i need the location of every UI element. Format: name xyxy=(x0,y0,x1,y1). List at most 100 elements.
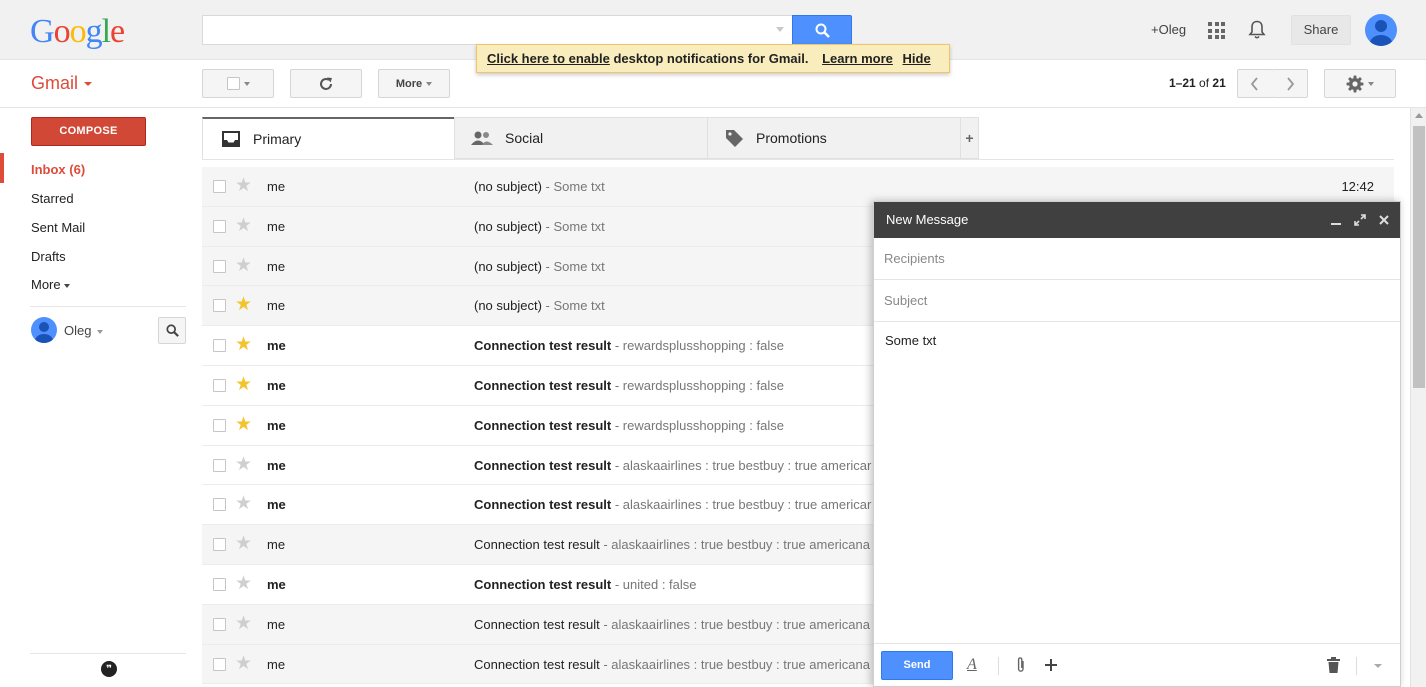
newer-page-button[interactable] xyxy=(1237,69,1273,98)
hangouts-user-name: Oleg xyxy=(64,323,92,338)
subject-line: Connection test result - alaskaairlines … xyxy=(474,617,870,632)
snippet-text: - alaskaairlines : true bestbuy : true a… xyxy=(611,457,872,473)
sender-name: me xyxy=(267,298,286,314)
row-checkbox[interactable] xyxy=(213,378,226,392)
apps-grid-icon[interactable] xyxy=(1208,22,1225,39)
star-icon[interactable]: ★ xyxy=(235,375,252,394)
row-checkbox[interactable] xyxy=(213,617,226,631)
snippet-text: - alaskaairlines : true bestbuy : true a… xyxy=(611,497,872,513)
row-checkbox[interactable] xyxy=(213,180,226,193)
search-options-caret-icon[interactable] xyxy=(776,27,784,32)
hangouts-quote-icon[interactable]: ❞ xyxy=(101,661,117,677)
row-checkbox[interactable] xyxy=(213,538,226,552)
scroll-up-icon[interactable] xyxy=(1415,113,1423,118)
tab-primary[interactable]: Primary xyxy=(202,117,455,159)
compose-button[interactable]: COMPOSE xyxy=(31,117,146,146)
sender-name: me xyxy=(267,417,286,433)
notifications-bell-icon[interactable] xyxy=(1248,20,1266,43)
snippet-text: - alaskaairlines : true bestbuy : true a… xyxy=(599,616,870,632)
more-options-plus-icon[interactable] xyxy=(1045,659,1057,671)
row-checkbox[interactable] xyxy=(213,219,226,233)
subject-line: (no subject) - Some txt xyxy=(474,179,605,194)
sidebar-item-sent-mail[interactable]: Sent Mail xyxy=(31,220,85,235)
star-icon[interactable]: ★ xyxy=(235,494,252,513)
hangouts-user-avatar[interactable] xyxy=(31,317,57,343)
google-plus-user-link[interactable]: +Oleg xyxy=(1151,22,1186,37)
page-total: 21 xyxy=(1212,76,1226,90)
subject-line: (no subject) - Some txt xyxy=(474,298,605,313)
subject-text: (no subject) xyxy=(474,258,542,274)
footer-divider xyxy=(998,657,999,675)
sidebar-item-starred[interactable]: Starred xyxy=(31,191,74,206)
subject-field[interactable] xyxy=(874,280,1400,321)
row-checkbox[interactable] xyxy=(213,498,226,512)
row-checkbox[interactable] xyxy=(213,299,226,313)
row-checkbox[interactable] xyxy=(213,458,226,472)
select-checkbox-button[interactable] xyxy=(202,69,274,98)
sidebar-item-inbox[interactable]: Inbox (6) xyxy=(31,162,85,177)
snippet-text: - alaskaairlines : true bestbuy : true a… xyxy=(599,656,870,672)
gmail-label: Gmail xyxy=(31,73,79,93)
star-icon[interactable]: ★ xyxy=(235,455,252,474)
more-send-options-caret-icon[interactable] xyxy=(1374,664,1382,668)
star-icon[interactable]: ★ xyxy=(235,256,252,275)
formatting-options-icon[interactable]: A xyxy=(967,656,977,674)
subject-row xyxy=(874,280,1400,322)
star-icon[interactable]: ★ xyxy=(235,295,252,314)
gmail-app-switcher[interactable]: Gmail xyxy=(31,73,93,94)
star-icon[interactable]: ★ xyxy=(235,534,252,553)
search-button[interactable] xyxy=(792,15,852,45)
hangouts-search-button[interactable] xyxy=(158,317,186,344)
snippet-text: - Some txt xyxy=(541,298,605,314)
search-box xyxy=(202,15,792,45)
attach-file-icon[interactable] xyxy=(1016,656,1026,674)
row-checkbox[interactable] xyxy=(213,339,226,353)
star-icon[interactable]: ★ xyxy=(235,415,252,434)
account-avatar[interactable] xyxy=(1365,14,1397,46)
minimize-icon[interactable] xyxy=(1326,202,1346,238)
search-icon xyxy=(815,23,830,38)
search-input[interactable] xyxy=(203,16,763,44)
scrollbar-thumb[interactable] xyxy=(1413,126,1425,388)
notification-message: desktop notifications for Gmail. xyxy=(609,51,809,66)
more-actions-button[interactable]: More xyxy=(378,69,450,98)
expand-icon[interactable] xyxy=(1350,202,1370,238)
google-logo[interactable]: Google xyxy=(30,12,125,52)
page-scrollbar[interactable] xyxy=(1410,108,1426,687)
subject-line: Connection test result - alaskaairlines … xyxy=(474,497,871,512)
row-checkbox[interactable] xyxy=(213,657,226,671)
row-checkbox[interactable] xyxy=(213,577,226,591)
star-icon[interactable]: ★ xyxy=(235,216,252,235)
star-icon[interactable]: ★ xyxy=(235,654,252,673)
tab-promotions[interactable]: Promotions xyxy=(707,117,961,159)
close-icon[interactable] xyxy=(1374,202,1394,238)
row-checkbox[interactable] xyxy=(213,418,226,432)
row-checkbox[interactable] xyxy=(213,259,226,273)
recipients-field[interactable] xyxy=(874,238,1400,279)
learn-more-link[interactable]: Learn more xyxy=(822,51,893,66)
share-button[interactable]: Share xyxy=(1291,15,1351,45)
send-button[interactable]: Send xyxy=(881,651,953,680)
subject-text: Connection test result xyxy=(474,537,600,553)
star-icon[interactable]: ★ xyxy=(235,614,252,633)
refresh-button[interactable] xyxy=(290,69,362,98)
star-icon[interactable]: ★ xyxy=(235,335,252,354)
sidebar-item-drafts[interactable]: Drafts xyxy=(31,249,66,264)
enable-notifications-link[interactable]: Click here to enable xyxy=(487,51,610,66)
snippet-text: - rewardsplusshopping : false xyxy=(611,338,784,354)
logo-letter: o xyxy=(69,13,87,50)
settings-button[interactable] xyxy=(1324,69,1396,98)
sidebar-item-more[interactable]: More xyxy=(31,277,70,292)
star-icon[interactable]: ★ xyxy=(235,574,252,593)
older-page-button[interactable] xyxy=(1272,69,1308,98)
hangouts-user-menu[interactable]: Oleg xyxy=(64,323,104,338)
add-tab-button[interactable]: + xyxy=(960,117,979,159)
compose-window-header[interactable]: New Message xyxy=(874,202,1400,238)
page-range: 1–21 xyxy=(1169,76,1196,90)
tab-social[interactable]: Social xyxy=(454,117,708,159)
star-icon[interactable]: ★ xyxy=(235,176,252,195)
message-body[interactable]: Some txt xyxy=(885,333,936,348)
hide-notification-link[interactable]: Hide xyxy=(903,51,931,66)
select-all-checkbox[interactable] xyxy=(226,77,240,90)
discard-draft-trash-icon[interactable] xyxy=(1327,657,1340,673)
